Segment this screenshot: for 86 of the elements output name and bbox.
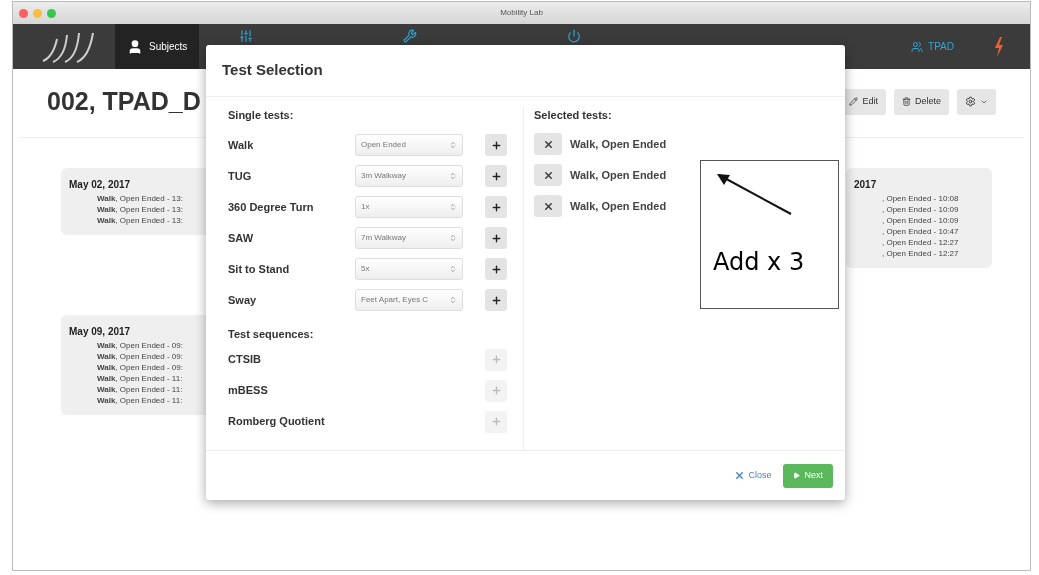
session-entry[interactable]: , Open Ended - 10:09 [882, 203, 992, 215]
session-entry[interactable]: Walk, Open Ended - 11: [97, 372, 207, 384]
dialog-title: Test Selection [206, 45, 845, 97]
session-date: May 09, 2017 [69, 324, 132, 339]
updown-caret-icon [449, 141, 457, 149]
plus-icon [490, 385, 502, 396]
user-label[interactable]: TPAD [911, 24, 954, 69]
selected-test: Walk, Open Ended [570, 136, 667, 152]
remove-icon [542, 200, 554, 212]
plus-icon [490, 263, 502, 275]
sequence-label: CTSIB [228, 352, 262, 368]
updown-caret-icon [449, 296, 457, 304]
test-label: Sit to Stand [228, 261, 291, 277]
session-entry[interactable]: , Open Ended - 12:27 [882, 236, 992, 248]
nav-tab[interactable]: Subjects [115, 24, 200, 69]
add-button[interactable] [485, 134, 507, 156]
session-date: May 02, 2017 [69, 177, 132, 192]
plus-icon [490, 201, 502, 213]
window-title: Mobility Lab [500, 7, 543, 19]
annotation-text: Add x 3 [713, 247, 805, 278]
selected-test: Walk, Open Ended [570, 198, 667, 214]
option-select[interactable]: 3m Walkway [355, 165, 463, 187]
session-entry[interactable]: , Open Ended - 10:09 [882, 214, 992, 226]
settings-icon [965, 96, 976, 108]
remove-button[interactable] [534, 195, 562, 217]
plus-icon [490, 232, 502, 244]
settings-button[interactable] [957, 88, 996, 115]
session-entry[interactable]: Walk, Open Ended - 13: [97, 192, 207, 204]
sequence-label: mBESS [228, 383, 269, 399]
close-button[interactable]: Close [734, 468, 772, 483]
remove-icon [542, 138, 554, 150]
group-icon [911, 40, 924, 53]
close-icon [734, 470, 746, 481]
updown-caret-icon [449, 265, 457, 273]
option-select[interactable]: 1x [355, 196, 463, 218]
subject-title: 002, TPAD_D [47, 86, 201, 117]
session-entry[interactable]: Walk, Open Ended - 13: [97, 203, 207, 215]
option-select[interactable]: Feet Apart, Eyes C [355, 289, 463, 311]
plus-icon [490, 416, 502, 427]
session-entry[interactable]: Walk, Open Ended - 11: [97, 394, 207, 406]
updown-caret-icon [449, 234, 457, 242]
power-icon[interactable] [567, 29, 582, 43]
option-select[interactable]: Open Ended [355, 134, 463, 156]
person-icon [127, 38, 143, 55]
updown-caret-icon [449, 172, 457, 180]
session-entry[interactable]: , Open Ended - 10:08 [882, 192, 992, 204]
session-entry[interactable]: Walk, Open Ended - 13: [97, 214, 207, 226]
play-icon [793, 472, 801, 479]
add-button[interactable] [485, 165, 507, 187]
wrench-icon[interactable] [403, 29, 418, 43]
test-label: Walk [228, 137, 255, 153]
test-label: TUG [228, 168, 253, 184]
remove-button[interactable] [534, 133, 562, 155]
session-date: 2017 [854, 177, 878, 192]
test-label: Sway [228, 292, 258, 308]
delete-button[interactable]: Delete [894, 88, 949, 115]
updown-caret-icon [449, 203, 457, 211]
plus-icon [490, 354, 502, 365]
test-label: 360 Degree Turn [228, 199, 315, 215]
selected-test: Walk, Open Ended [570, 167, 667, 183]
session-entry[interactable]: Walk, Open Ended - 09: [97, 361, 207, 373]
remove-button[interactable] [534, 164, 562, 186]
add-button[interactable] [485, 289, 507, 311]
lightning-icon[interactable] [994, 36, 1004, 57]
session-entry[interactable]: Walk, Open Ended - 09: [97, 350, 207, 362]
plus-icon [490, 139, 502, 151]
add-button[interactable] [485, 258, 507, 280]
section-heading: Selected tests: [534, 108, 613, 123]
trash-icon [902, 97, 911, 107]
plus-icon [490, 170, 502, 182]
add-button[interactable] [485, 227, 507, 249]
session-entry[interactable]: , Open Ended - 10:47 [882, 225, 992, 237]
option-select[interactable]: 5x [355, 258, 463, 280]
session-entry[interactable]: , Open Ended - 12:27 [882, 247, 992, 259]
sliders-icon[interactable] [239, 29, 254, 43]
session-entry[interactable]: Walk, Open Ended - 11: [97, 383, 207, 395]
option-select[interactable]: 7m Walkway [355, 227, 463, 249]
remove-icon [542, 169, 554, 181]
session-entry[interactable]: Walk, Open Ended - 09: [97, 339, 207, 351]
add-button[interactable] [485, 196, 507, 218]
test-label: SAW [228, 230, 255, 246]
pencil-icon [849, 97, 859, 107]
sequence-label: Romberg Quotient [228, 414, 326, 430]
section-heading: Single tests: [228, 108, 295, 123]
plus-icon [490, 294, 502, 306]
section-heading: Test sequences: [228, 326, 315, 342]
